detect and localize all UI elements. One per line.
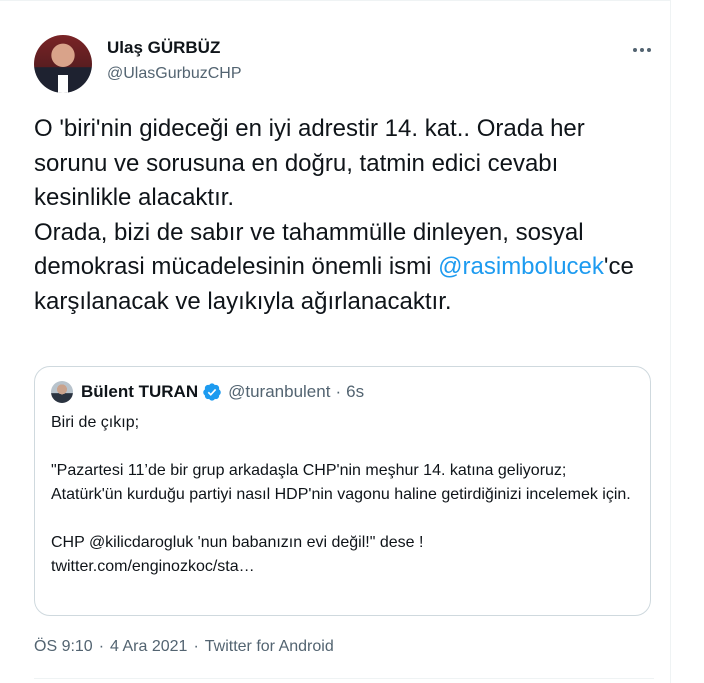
more-horizontal-icon[interactable] (629, 40, 655, 60)
quoted-author-name: Bülent TURAN (81, 382, 199, 401)
tweet-text: O 'biri'nin gideceği en iyi adrestir 14.… (34, 112, 654, 319)
quoted-time: 6s (346, 382, 365, 401)
author-avatar[interactable] (34, 35, 92, 93)
quoted-header: Bülent TURAN @turanbulent · 6s (81, 382, 364, 402)
tweet-date[interactable]: 4 Ara 2021 (110, 638, 187, 655)
quoted-avatar (51, 381, 73, 403)
meta-separator: · (193, 638, 199, 655)
tweet-source[interactable]: Twitter for Android (205, 638, 334, 655)
mention-link[interactable]: @rasimbolucek (438, 253, 604, 280)
quoted-dot: · (335, 382, 342, 401)
quoted-paragraph-3: CHP @kilicdarogluk 'nun babanızın evi de… (51, 534, 424, 551)
quoted-handle: @turanbulent (228, 382, 331, 401)
quoted-paragraph-1: Biri de çıkıp; (51, 414, 140, 431)
divider (34, 678, 654, 679)
meta-separator: · (98, 638, 105, 655)
quoted-link: twitter.com/enginozkoc/sta… (51, 558, 255, 575)
verified-badge-icon (203, 383, 221, 401)
tweet-meta: ÖS 9:10 · 4 Ara 2021 · Twitter for Android (34, 638, 334, 656)
tweet-time[interactable]: ÖS 9:10 (34, 638, 93, 655)
author-handle[interactable]: @UlasGurbuzCHP (107, 65, 242, 83)
quoted-text: Biri de çıkıp; "Pazartesi 11’de bir grup… (51, 411, 636, 579)
tweet-paragraph-1: O 'biri'nin gideceği en iyi adrestir 14.… (34, 115, 585, 211)
quoted-paragraph-2: "Pazartesi 11’de bir grup arkadaşla CHP'… (51, 462, 631, 503)
author-name[interactable]: Ulaş GÜRBÜZ (107, 38, 220, 58)
tweet-paragraph-2: Orada, bizi de sabır ve tahammülle dinle… (34, 216, 654, 320)
quoted-tweet[interactable]: Bülent TURAN @turanbulent · 6s Biri de ç… (34, 366, 651, 616)
